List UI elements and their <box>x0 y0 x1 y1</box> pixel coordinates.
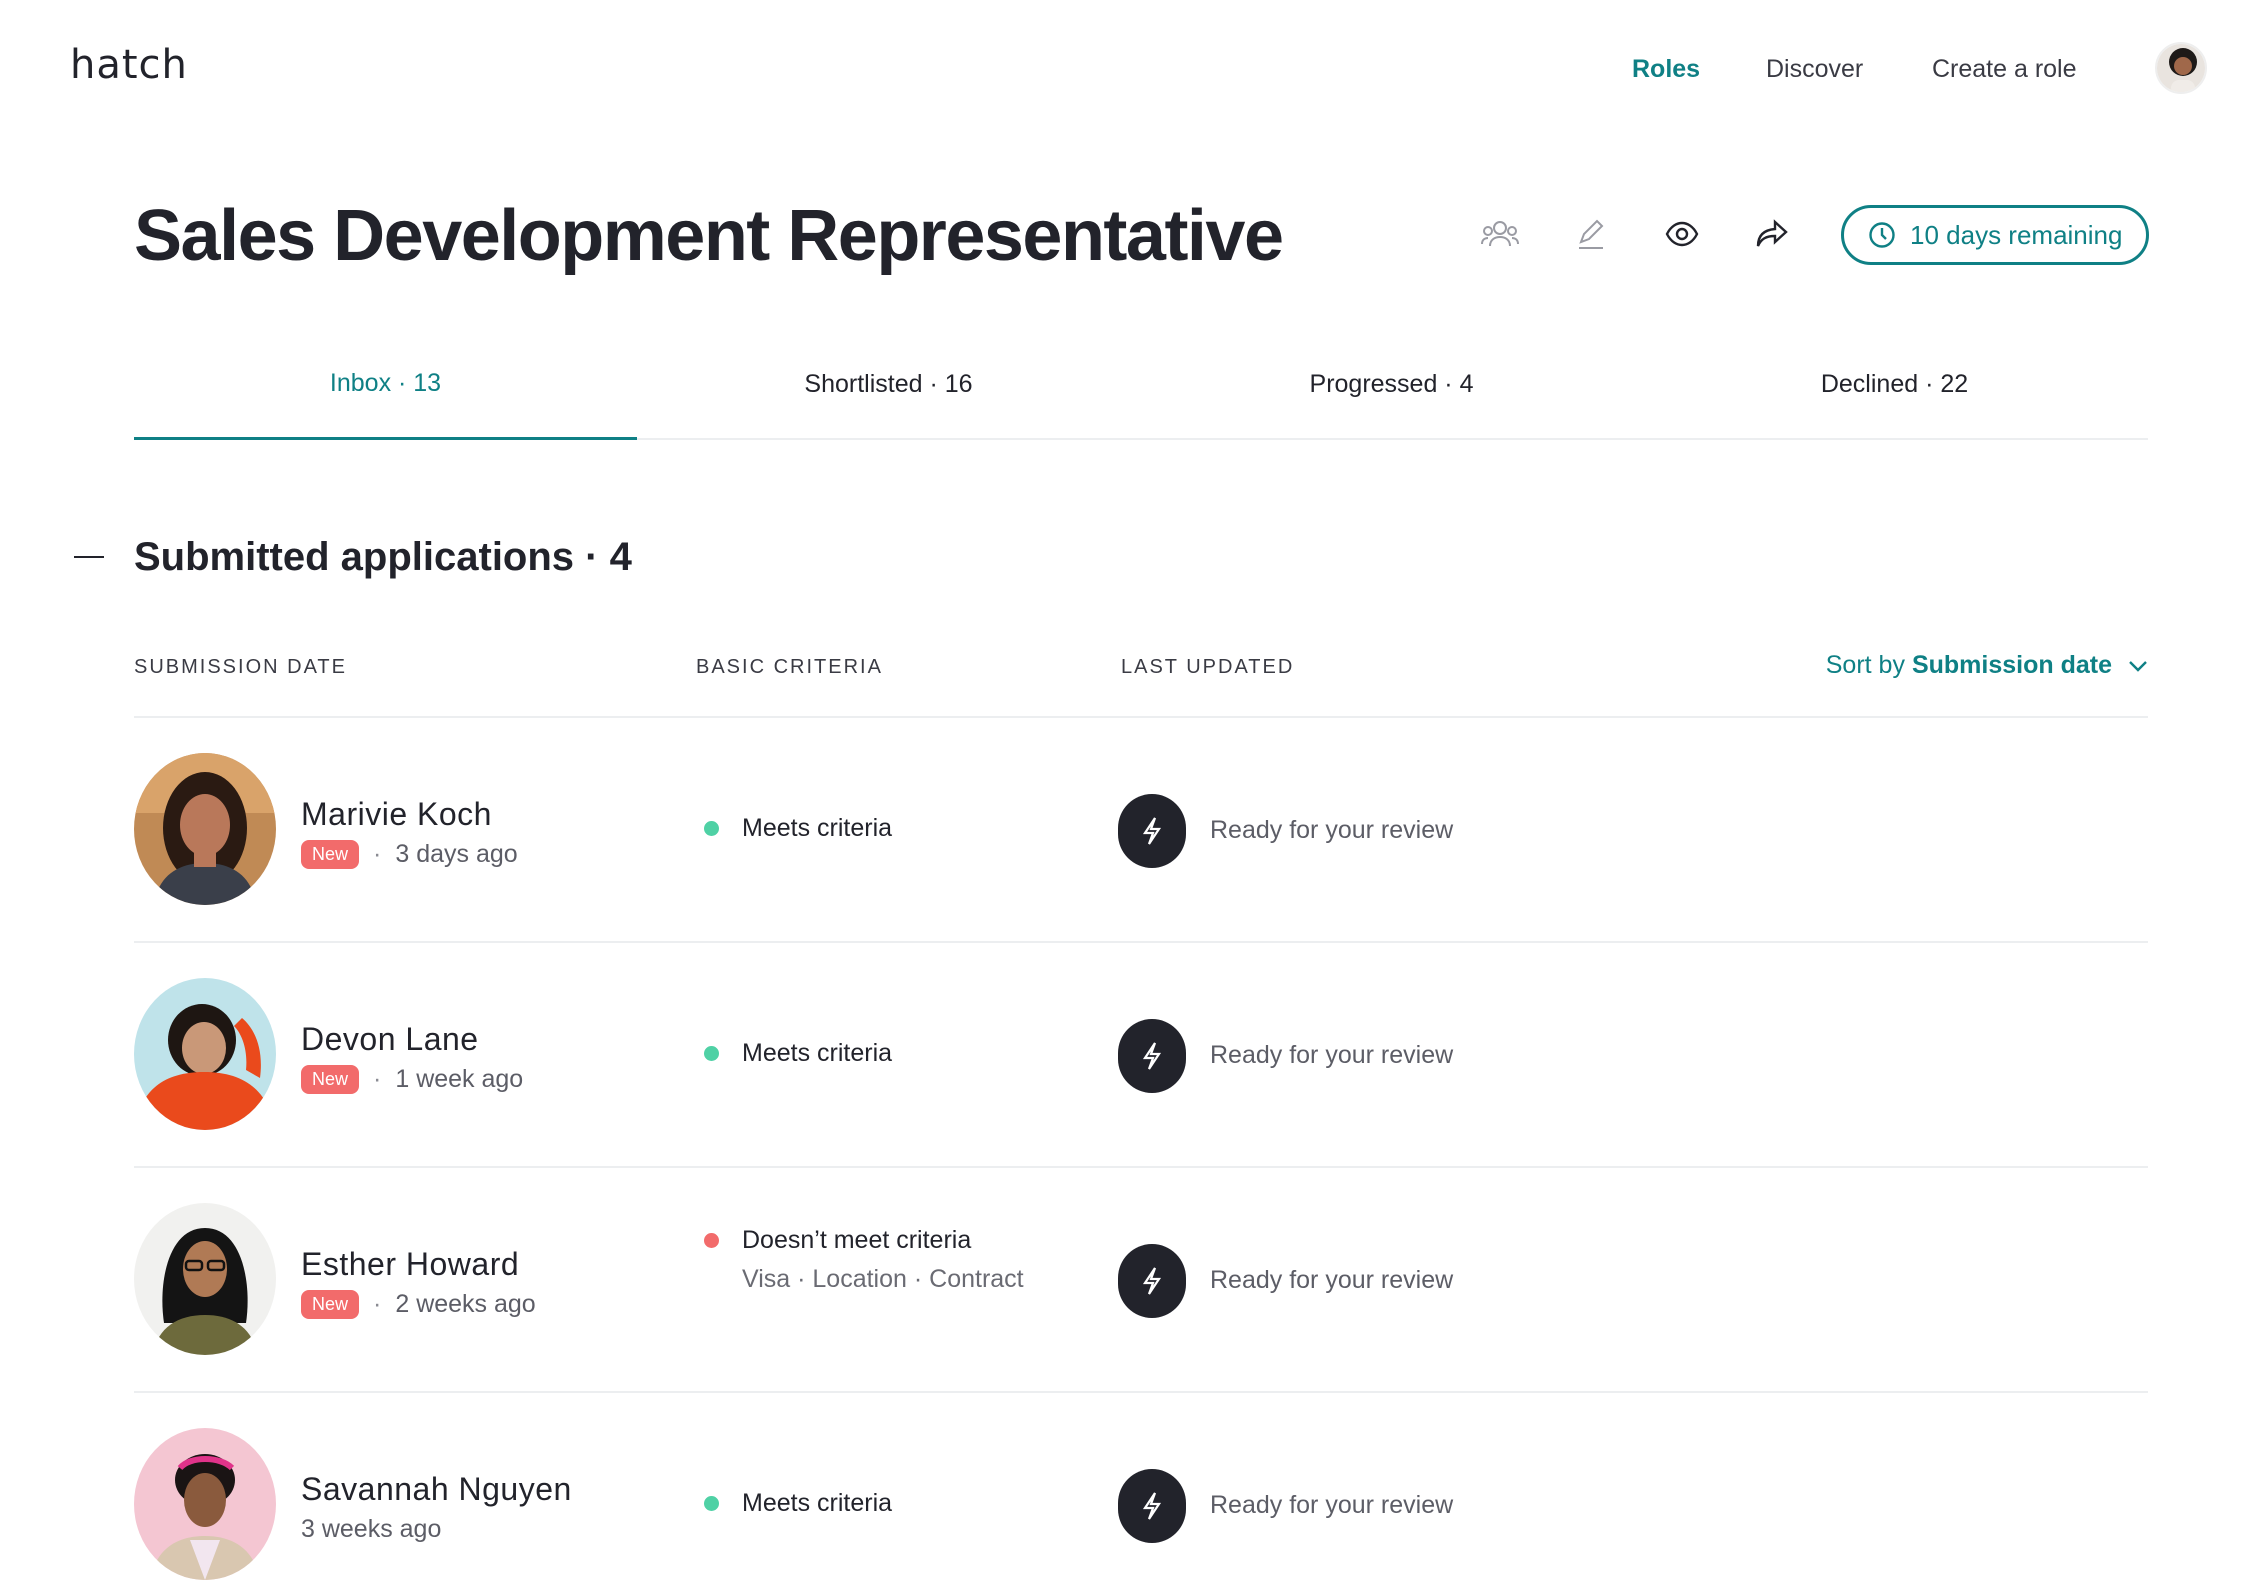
review-status: Ready for your review <box>1210 816 1454 844</box>
new-badge: New <box>301 1065 360 1094</box>
clock-icon <box>1869 222 1895 248</box>
submission-time: 3 days ago <box>395 840 518 868</box>
criteria-label: Meets criteria <box>742 1039 893 1067</box>
criteria-label: Meets criteria <box>742 1489 893 1517</box>
criteria-status: Meets criteria <box>704 814 892 843</box>
page-title: Sales Development Representative <box>134 196 1284 276</box>
criteria-failures: Visa · Location · Contract <box>742 1265 1024 1293</box>
applicant-name[interactable]: Marivie Koch <box>301 796 492 833</box>
applicant-row[interactable]: Devon Lane New · 1 week ago Meets criter… <box>134 943 2148 1168</box>
team-icon[interactable] <box>1478 212 1522 256</box>
days-remaining-button[interactable]: 10 days remaining <box>1841 205 2149 265</box>
applicant-row[interactable]: Marivie Koch New · 3 days ago Meets crit… <box>134 718 2148 943</box>
new-badge: New <box>301 1290 360 1319</box>
meta-separator: · <box>373 1065 382 1093</box>
applicant-avatar[interactable] <box>134 1428 276 1580</box>
column-header-basic-criteria: BASIC CRITERIA <box>696 656 883 678</box>
criteria-status: Meets criteria <box>704 1039 892 1068</box>
applicant-avatar[interactable] <box>134 978 276 1130</box>
applicant-avatar[interactable] <box>134 753 276 905</box>
applicant-meta: 3 weeks ago <box>301 1515 441 1544</box>
applicant-name[interactable]: Devon Lane <box>301 1021 479 1058</box>
sort-value: Submission date <box>1911 651 2112 679</box>
share-icon[interactable] <box>1750 212 1794 256</box>
collapse-section-button[interactable] <box>74 556 104 558</box>
meta-separator: · <box>373 1290 382 1318</box>
status-tabs: Inbox · 13 Shortlisted · 16 Progressed ·… <box>134 330 2148 440</box>
column-header-last-updated: LAST UPDATED <box>1121 656 1295 678</box>
section-title: Submitted applications · 4 <box>134 535 632 579</box>
lightning-icon <box>1118 1244 1186 1318</box>
user-avatar-image <box>2157 44 2205 92</box>
criteria-status: Doesn’t meet criteria <box>704 1226 971 1255</box>
applicant-meta: New · 1 week ago <box>301 1065 523 1094</box>
submission-time: 1 week ago <box>395 1065 524 1093</box>
status-dot <box>704 1046 719 1061</box>
meta-separator: · <box>373 840 382 868</box>
lightning-icon <box>1118 794 1186 868</box>
status-dot <box>704 1496 719 1511</box>
edit-icon[interactable] <box>1569 212 1613 256</box>
lightning-icon <box>1118 1469 1186 1543</box>
column-header-submission-date: SUBMISSION DATE <box>134 656 347 678</box>
criteria-status: Meets criteria <box>704 1489 892 1518</box>
status-dot <box>704 821 719 836</box>
chevron-down-icon <box>2129 660 2147 672</box>
hatch-logo[interactable]: hatch <box>70 42 188 88</box>
tab-declined[interactable]: Declined · 22 <box>1643 330 2146 438</box>
lightning-icon <box>1118 1019 1186 1093</box>
nav-discover[interactable]: Discover <box>1766 55 1863 84</box>
tab-progressed[interactable]: Progressed · 4 <box>1140 330 1643 438</box>
applicant-meta: New · 2 weeks ago <box>301 1290 536 1319</box>
nav-roles[interactable]: Roles <box>1632 55 1700 84</box>
new-badge: New <box>301 840 360 869</box>
days-remaining-label: 10 days remaining <box>1910 219 2123 250</box>
criteria-label: Doesn’t meet criteria <box>742 1226 972 1254</box>
sort-prefix: Sort by <box>1825 651 1905 679</box>
preview-icon[interactable] <box>1660 212 1704 256</box>
applicant-row[interactable]: Savannah Nguyen 3 weeks ago Meets criter… <box>134 1393 2148 1580</box>
applicant-name[interactable]: Savannah Nguyen <box>301 1471 572 1508</box>
user-avatar[interactable] <box>2155 42 2207 94</box>
status-dot <box>704 1233 719 1248</box>
review-status: Ready for your review <box>1210 1266 1454 1294</box>
tab-shortlisted[interactable]: Shortlisted · 16 <box>637 330 1140 438</box>
submission-time: 2 weeks ago <box>395 1290 536 1318</box>
applicant-avatar[interactable] <box>134 1203 276 1355</box>
review-status: Ready for your review <box>1210 1041 1454 1069</box>
applicant-name[interactable]: Esther Howard <box>301 1246 519 1283</box>
submission-time: 3 weeks ago <box>301 1515 442 1543</box>
tab-inbox[interactable]: Inbox · 13 <box>134 330 637 440</box>
review-status: Ready for your review <box>1210 1491 1454 1519</box>
applicant-meta: New · 3 days ago <box>301 840 518 869</box>
nav-create-role[interactable]: Create a role <box>1932 55 2077 84</box>
criteria-label: Meets criteria <box>742 814 893 842</box>
sort-dropdown[interactable]: Sort by Submission date <box>1826 651 2148 680</box>
applicant-row[interactable]: Esther Howard New · 2 weeks ago Doesn’t … <box>134 1168 2148 1393</box>
